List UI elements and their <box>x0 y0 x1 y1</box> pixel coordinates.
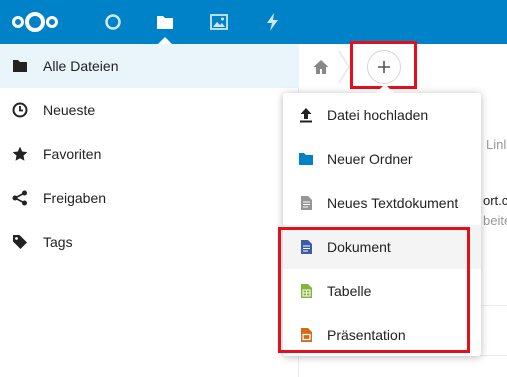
sidebar-item-label: Freigaben <box>43 190 107 206</box>
sidebar-item-recent[interactable]: Neueste <box>0 88 299 132</box>
breadcrumb-separator <box>338 50 350 84</box>
image-icon <box>210 14 228 30</box>
menu-item-label: Datei hochladen <box>327 107 429 123</box>
nextcloud-logo[interactable] <box>10 10 60 34</box>
annotation-highlight-add <box>350 41 417 89</box>
sidebar-item-label: Neueste <box>43 102 96 118</box>
popover-arrow <box>376 84 394 93</box>
sidebar-item-label: Favoriten <box>43 146 102 162</box>
share-icon <box>12 190 28 206</box>
tag-icon <box>12 234 28 250</box>
menu-item-upload-file[interactable]: Datei hochladen <box>283 93 481 137</box>
sidebar-item-favorites[interactable]: Favoriten <box>0 132 299 176</box>
folder-icon <box>12 58 28 74</box>
clock-icon <box>12 102 28 118</box>
background-text: ort.c <box>483 193 507 208</box>
sidebar-item-label: Alle Dateien <box>43 58 119 74</box>
activity-app-icon[interactable] <box>258 7 288 37</box>
background-text: Linl <box>486 137 507 152</box>
sidebar-item-tags[interactable]: Tags <box>0 220 299 264</box>
lightning-icon <box>267 13 278 31</box>
star-icon <box>12 146 28 162</box>
menu-item-label: Neues Textdokument <box>327 195 459 211</box>
menu-item-label: Neuer Ordner <box>327 151 413 167</box>
menu-item-new-folder[interactable]: Neuer Ordner <box>283 137 481 181</box>
sidebar-item-label: Tags <box>43 234 73 250</box>
text-file-icon <box>298 195 314 211</box>
app-header <box>0 0 507 44</box>
circle-icon <box>105 14 121 30</box>
active-app-indicator <box>158 37 172 44</box>
menu-item-new-text-document[interactable]: Neues Textdokument <box>283 181 481 225</box>
annotation-highlight-office-items <box>278 227 470 353</box>
sidebar-item-all-files[interactable]: Alle Dateien <box>0 44 299 88</box>
folder-icon <box>157 16 173 29</box>
sidebar-item-shares[interactable]: Freigaben <box>0 176 299 220</box>
background-text: beite <box>483 213 507 228</box>
dashboard-app-icon[interactable] <box>98 7 128 37</box>
folder-icon <box>298 151 314 167</box>
upload-icon <box>298 107 314 123</box>
files-app-icon[interactable] <box>150 7 180 37</box>
home-icon[interactable] <box>312 58 330 76</box>
photos-app-icon[interactable] <box>204 7 234 37</box>
